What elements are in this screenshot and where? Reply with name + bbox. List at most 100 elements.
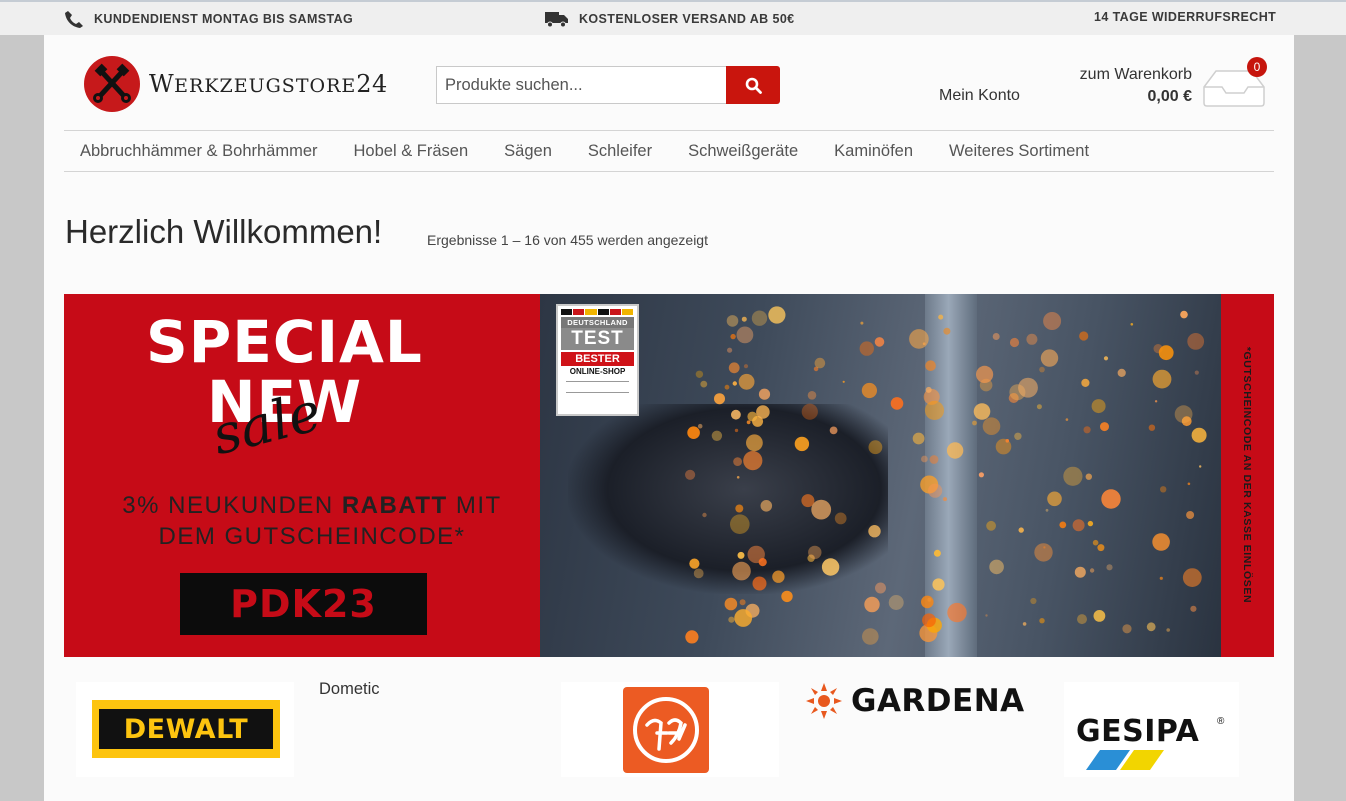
spark — [746, 434, 763, 452]
spark — [1190, 605, 1197, 612]
cart-total: 0,00 € — [1147, 88, 1192, 105]
cart-label: zum Warenkorb — [1079, 66, 1192, 83]
gesipa-registered-mark: ® — [1217, 716, 1225, 727]
spark — [738, 373, 755, 390]
nav-item-schleifer[interactable]: Schleifer — [588, 142, 652, 161]
spark — [861, 382, 877, 399]
cart-link[interactable]: zum Warenkorb 0,00 € — [1080, 64, 1192, 108]
nav-item-schweissgeraete[interactable]: Schweißgeräte — [688, 142, 798, 161]
spark — [946, 442, 964, 459]
spark — [976, 365, 994, 383]
gardena-wordmark: GARDENA — [851, 683, 1025, 719]
spark — [986, 520, 996, 531]
spark — [868, 525, 881, 538]
brand-dometic[interactable]: Dometic — [319, 680, 380, 699]
logo-wordmark: WERKZEUGSTORE24 — [149, 70, 388, 98]
spark — [1089, 568, 1095, 573]
spark — [685, 469, 696, 480]
spark — [1039, 366, 1045, 373]
site-logo[interactable]: WERKZEUGSTORE24 — [84, 56, 388, 112]
nav-item-kaminoefen[interactable]: Kaminöfen — [834, 142, 913, 161]
spark — [724, 597, 738, 611]
spark — [821, 558, 840, 576]
spark — [758, 558, 767, 567]
spark — [807, 391, 817, 400]
spark — [743, 364, 749, 369]
spark — [733, 457, 742, 466]
brand-fein[interactable] — [561, 682, 779, 777]
spark — [1146, 622, 1156, 632]
account-link[interactable]: Mein Konto — [939, 87, 1020, 105]
shipping-text: KOSTENLOSER VERSAND AB 50€ — [579, 12, 795, 26]
spark — [1005, 439, 1010, 443]
search-input[interactable] — [436, 66, 726, 104]
spark — [864, 596, 880, 613]
main-navigation: Abbruchhämmer & Bohrhämmer Hobel & Fräse… — [64, 130, 1274, 172]
service-info: KUNDENDIENST MONTAG BIS SAMSTAG — [64, 10, 353, 28]
spark — [1087, 520, 1094, 527]
spark — [687, 426, 700, 439]
promo-banner[interactable]: SPECIAL NEW sale 3% NEUKUNDEN RABATT MIT… — [64, 294, 1274, 657]
spark — [1122, 624, 1132, 634]
spark — [1085, 473, 1092, 480]
nav-item-abbruchhaemmer[interactable]: Abbruchhämmer & Bohrhämmer — [80, 142, 318, 161]
nav-item-hobel[interactable]: Hobel & Fräsen — [354, 142, 469, 161]
service-text: KUNDENDIENST MONTAG BIS SAMSTAG — [94, 12, 354, 26]
spark — [1043, 312, 1062, 330]
spark — [695, 370, 704, 378]
spark — [1166, 628, 1170, 632]
nav-item-saegen[interactable]: Sägen — [504, 142, 552, 161]
spark — [1191, 427, 1207, 443]
spark — [1117, 368, 1126, 377]
spark — [728, 362, 740, 374]
brand-gesipa[interactable]: GESIPA ® — [1064, 682, 1239, 777]
top-info-bar: KUNDENDIENST MONTAG BIS SAMSTAG KOSTENLO… — [0, 0, 1346, 35]
spark — [925, 386, 932, 393]
spark — [700, 380, 708, 388]
spark — [741, 316, 747, 322]
spark — [736, 326, 754, 344]
brand-gardena[interactable]: GARDENA — [804, 681, 1025, 721]
shipping-info: KOSTENLOSER VERSAND AB 50€ — [545, 10, 795, 28]
spark — [1079, 331, 1089, 341]
banner-promo-panel: SPECIAL NEW sale 3% NEUKUNDEN RABATT MIT… — [64, 294, 540, 657]
spark — [834, 512, 847, 525]
spark — [711, 430, 723, 441]
spark — [922, 613, 936, 628]
spark — [842, 380, 845, 383]
spark — [728, 616, 735, 623]
brand-dewalt[interactable]: DEWALT — [76, 682, 294, 777]
spark — [768, 306, 786, 324]
spark — [925, 360, 936, 371]
banner-side-note: *GUTSCHEINCODE AN DER KASSE EINLÖSEN — [1241, 346, 1253, 604]
spark — [746, 420, 751, 425]
spark — [811, 499, 832, 520]
returns-info: 14 TAGE WIDERRUFSRECHT — [1094, 10, 1276, 24]
gardena-sun-icon — [806, 683, 842, 719]
spark — [1039, 618, 1045, 624]
spark — [1148, 424, 1156, 431]
spark — [731, 409, 741, 420]
search-button[interactable] — [726, 66, 780, 104]
spark — [760, 500, 773, 512]
banner-promo-text: 3% NEUKUNDEN RABATT MIT DEM GUTSCHEINCOD… — [122, 492, 502, 550]
spark — [734, 428, 739, 433]
spark — [1074, 566, 1086, 578]
spark — [1180, 310, 1188, 319]
spark — [1045, 508, 1049, 512]
spark — [973, 403, 991, 420]
spark — [924, 400, 945, 420]
spark — [912, 432, 925, 445]
spark — [758, 388, 771, 400]
spark — [978, 472, 984, 478]
spark — [1103, 356, 1109, 361]
spark — [693, 568, 704, 579]
spark — [860, 321, 864, 325]
nav-item-weiteres[interactable]: Weiteres Sortiment — [949, 142, 1089, 161]
spark — [747, 411, 758, 422]
spark — [1091, 399, 1106, 414]
spark — [1063, 466, 1083, 486]
spark — [1100, 422, 1109, 432]
returns-text: 14 TAGE WIDERRUFSRECHT — [1094, 10, 1277, 24]
spark — [992, 333, 1000, 340]
